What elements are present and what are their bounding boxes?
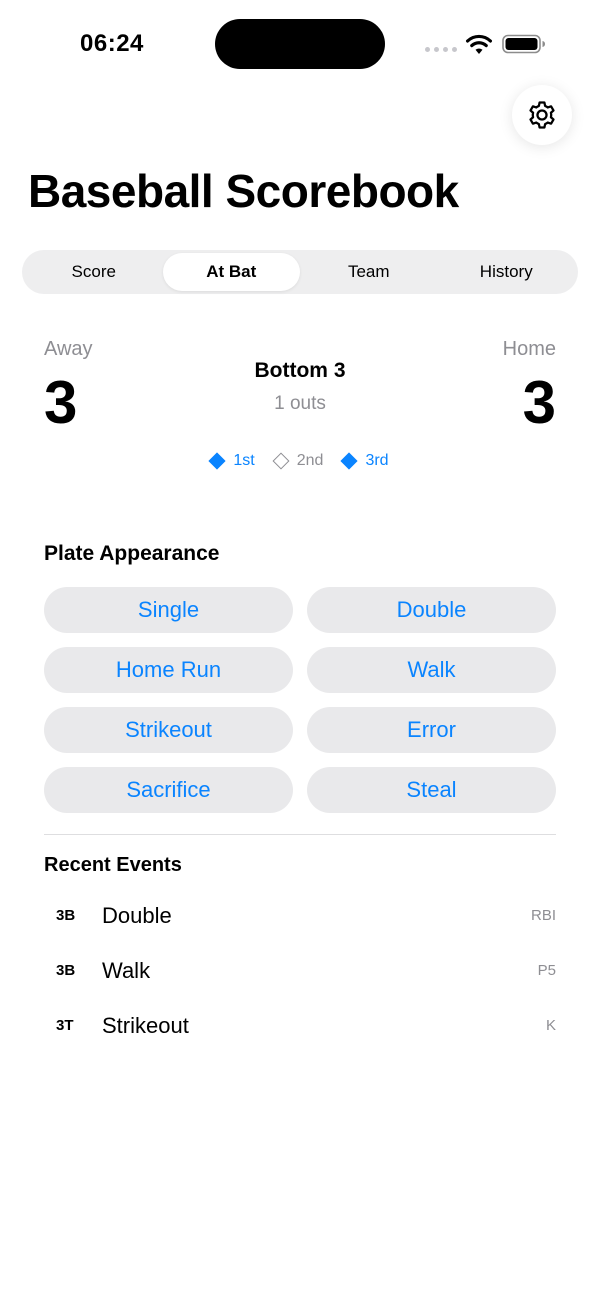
event-name: Strikeout (102, 1012, 189, 1038)
base-diamond-icon (340, 452, 358, 470)
base-second[interactable]: 2nd (272, 452, 324, 470)
event-note: K (545, 1017, 556, 1034)
list-item[interactable]: 3B Walk P5 (44, 943, 556, 998)
cellular-signal-icon (425, 47, 457, 53)
double-button[interactable]: Double (307, 587, 556, 633)
plate-appearance-title: Plate Appearance (44, 542, 220, 565)
list-item[interactable]: 3B Double RBI (44, 888, 556, 943)
away-team-label: Away (44, 338, 93, 360)
base-first[interactable]: 1st (208, 452, 255, 470)
tab-history[interactable]: History (438, 253, 576, 291)
section-divider (44, 834, 556, 835)
event-name: Walk (102, 957, 151, 983)
steal-button[interactable]: Steal (307, 767, 556, 813)
error-button[interactable]: Error (307, 707, 556, 753)
base-label: 3rd (365, 452, 389, 469)
tab-team[interactable]: Team (300, 253, 438, 291)
plate-appearance-buttons: Single Double Home Run Walk Strikeout Er… (44, 587, 556, 813)
base-label: 1st (233, 452, 255, 469)
wifi-icon (466, 34, 492, 54)
gear-icon (529, 101, 555, 129)
event-note: RBI (530, 907, 556, 924)
view-tabs: Score At Bat Team History (22, 250, 578, 294)
event-inning: 3T (56, 1017, 74, 1034)
home-team-label: Home (502, 338, 556, 360)
base-third[interactable]: 3rd (340, 452, 389, 470)
sacrifice-button[interactable]: Sacrifice (44, 767, 293, 813)
base-runners: 1st 2nd 3rd (0, 452, 600, 470)
dynamic-island (215, 19, 385, 69)
event-inning: 3B (56, 907, 76, 924)
base-diamond-icon (208, 452, 226, 470)
status-bar-time: 06:24 (80, 30, 144, 57)
single-button[interactable]: Single (44, 587, 293, 633)
walk-button[interactable]: Walk (307, 647, 556, 693)
event-note: P5 (537, 962, 556, 979)
recent-events-title: Recent Events (44, 854, 182, 876)
event-name: Double (102, 902, 172, 928)
home-run-button[interactable]: Home Run (44, 647, 293, 693)
settings-button[interactable] (512, 85, 572, 145)
page-title: Baseball Scorebook (28, 165, 459, 217)
event-inning: 3B (56, 962, 76, 979)
tab-score[interactable]: Score (25, 253, 163, 291)
outs-count: 1 outs (274, 393, 326, 414)
recent-events-list: 3B Double RBI 3B Walk P5 3T Strikeout K (44, 888, 556, 1053)
strikeout-button[interactable]: Strikeout (44, 707, 293, 753)
base-diamond-icon (272, 452, 290, 470)
tab-at-bat[interactable]: At Bat (162, 253, 300, 291)
inning-indicator: Bottom 3 (254, 359, 346, 382)
battery-icon (502, 34, 545, 54)
base-label: 2nd (296, 452, 324, 469)
list-item[interactable]: 3T Strikeout K (44, 998, 556, 1053)
